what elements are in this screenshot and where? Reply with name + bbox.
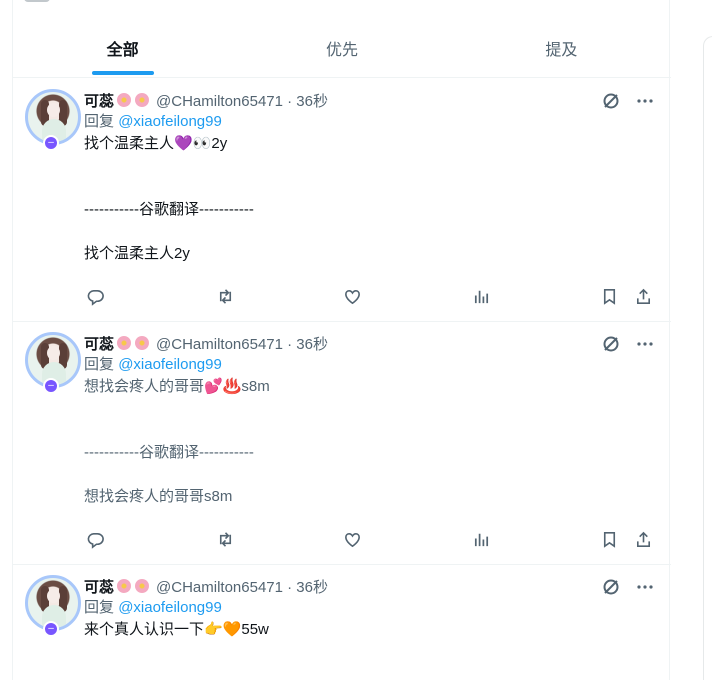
display-name[interactable]: 可蕊: [84, 333, 114, 354]
reply-icon[interactable]: [84, 285, 106, 307]
tab-mentions-label: 提及: [545, 41, 578, 59]
more-icon[interactable]: [635, 334, 655, 354]
tweet-text-line: [84, 420, 654, 442]
bookmark-icon[interactable]: [598, 528, 620, 550]
like-icon[interactable]: [341, 528, 363, 550]
tab-mentions[interactable]: 提及: [452, 18, 671, 77]
display-name[interactable]: 可蕊: [84, 90, 114, 111]
tweet-text-line: 找个温柔主人💜👀2y: [84, 135, 228, 152]
handle-time[interactable]: @CHamilton65471 · 36秒: [156, 576, 328, 597]
verified-badge: –: [43, 621, 59, 637]
share-icon[interactable]: [632, 285, 654, 307]
tweet-text-line: [84, 398, 654, 420]
tweet-text-line: [84, 464, 654, 486]
reply-prefix: 回复: [84, 113, 115, 130]
flower-icon: [116, 578, 132, 594]
grok-icon[interactable]: [601, 577, 621, 597]
tweet[interactable]: – 可蕊 @CHamilton65471 · 36秒 回复 @xiaofeilo…: [13, 565, 671, 680]
avatar[interactable]: –: [25, 89, 81, 151]
views-icon[interactable]: [470, 285, 492, 307]
tweet-text-line: [84, 177, 654, 199]
grok-icon[interactable]: [601, 91, 621, 111]
verified-badge: –: [43, 378, 59, 394]
tweet-text-line: [84, 221, 654, 243]
translated-text: 想找会疼人的哥哥s8m: [84, 488, 233, 505]
tweet-text-line: 想找会疼人的哥哥💕♨️s8m: [84, 378, 270, 395]
flower-icon: [116, 335, 132, 351]
tab-all[interactable]: 全部: [13, 18, 232, 77]
reply-prefix: 回复: [84, 599, 115, 616]
flower-icon: [134, 578, 150, 594]
repost-icon[interactable]: [214, 285, 236, 307]
translated-text: 找个温柔主人2y: [84, 245, 190, 262]
handle-time[interactable]: @CHamilton65471 · 36秒: [156, 333, 328, 354]
views-icon[interactable]: [470, 528, 492, 550]
tab-bar: 全部 优先 提及: [13, 18, 671, 78]
repost-icon[interactable]: [214, 528, 236, 550]
reply-prefix: 回复: [84, 356, 115, 373]
verified-badge: –: [43, 135, 59, 151]
translation-divider: -----------谷歌翻译-----------: [84, 444, 254, 461]
more-icon[interactable]: [635, 577, 655, 597]
more-icon[interactable]: [635, 91, 655, 111]
tweet[interactable]: – 可蕊 @CHamilton65471 · 36秒 回复 @xiaofeilo…: [13, 79, 671, 322]
active-tab-indicator: [91, 71, 154, 75]
tab-all-label: 全部: [106, 41, 139, 59]
reply-mention-link[interactable]: @xiaofeilong99: [118, 113, 222, 130]
flower-icon: [134, 335, 150, 351]
bookmark-icon[interactable]: [598, 285, 620, 307]
avatar[interactable]: –: [25, 332, 81, 394]
tweet-text-line: [84, 155, 654, 177]
tweet-text-line: 来个真人认识一下👉🧡55w: [84, 621, 269, 638]
reply-context: 回复 @xiaofeilong99: [84, 354, 654, 376]
reply-icon[interactable]: [84, 528, 106, 550]
tweet[interactable]: – 可蕊 @CHamilton65471 · 36秒 回复 @xiaofeilo…: [13, 322, 671, 565]
reply-mention-link[interactable]: @xiaofeilong99: [118, 599, 222, 616]
tab-priority[interactable]: 优先: [232, 18, 451, 77]
notifications-column: 全部 优先 提及 – 可蕊 @CHamilton65471 · 36秒 回复 @…: [12, 0, 671, 680]
display-name[interactable]: 可蕊: [84, 576, 114, 597]
action-bar: [84, 285, 654, 307]
right-panel-edge: [703, 36, 712, 680]
grok-icon[interactable]: [601, 334, 621, 354]
reply-context: 回复 @xiaofeilong99: [84, 111, 654, 133]
flower-icon: [116, 92, 132, 108]
reply-mention-link[interactable]: @xiaofeilong99: [118, 356, 222, 373]
tab-priority-label: 优先: [325, 41, 358, 59]
flower-icon: [134, 92, 150, 108]
reply-context: 回复 @xiaofeilong99: [84, 597, 654, 619]
avatar[interactable]: –: [25, 575, 81, 637]
handle-time[interactable]: @CHamilton65471 · 36秒: [156, 90, 328, 111]
like-icon[interactable]: [341, 285, 363, 307]
translation-divider: -----------谷歌翻译-----------: [84, 201, 254, 218]
share-icon[interactable]: [632, 528, 654, 550]
action-bar: [84, 528, 654, 550]
